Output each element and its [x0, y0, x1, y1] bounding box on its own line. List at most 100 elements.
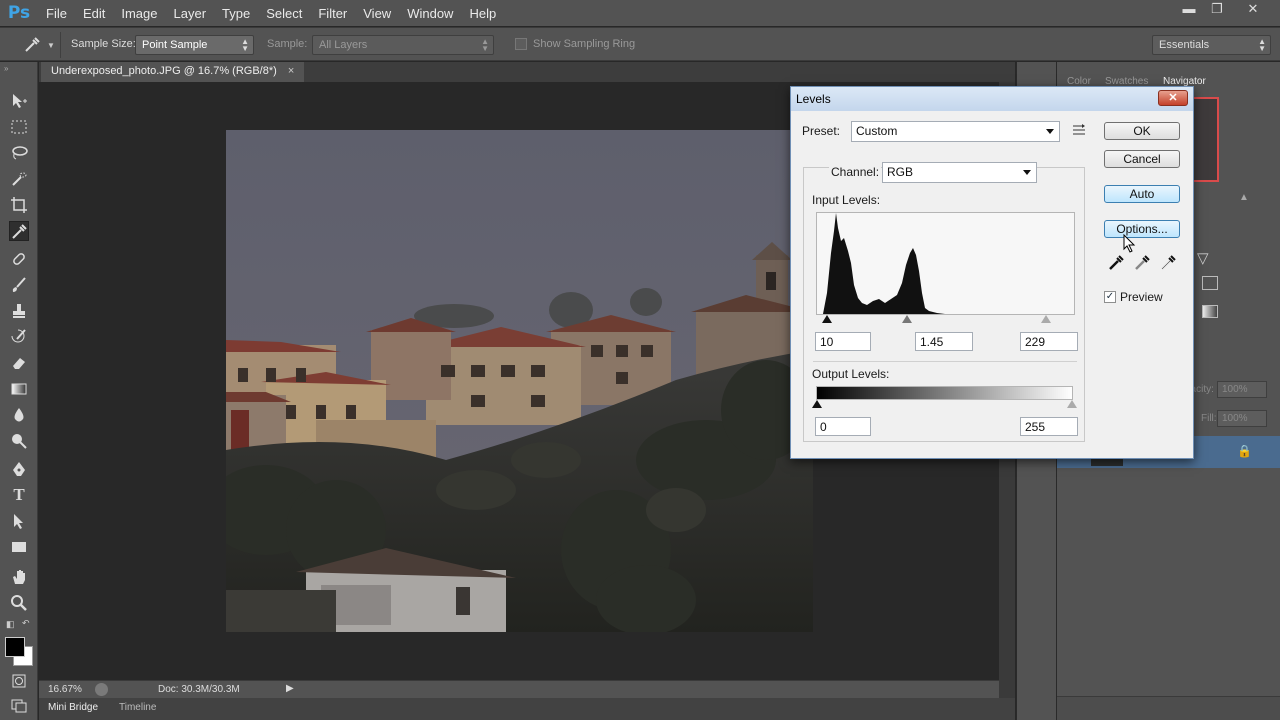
- workspace-select[interactable]: Essentials ▲ ▼: [1152, 35, 1271, 55]
- document-tab[interactable]: Underexposed_photo.JPG @ 16.7% (RGB/8*) …: [41, 62, 305, 82]
- document-photo[interactable]: [226, 130, 813, 632]
- sample-size-value: Point Sample: [142, 39, 208, 51]
- sampling-ring-label: Show Sampling Ring: [533, 38, 636, 50]
- path-selection-tool-icon[interactable]: [9, 511, 29, 531]
- quick-selection-tool-icon[interactable]: [9, 169, 29, 189]
- zoom-level[interactable]: 16.67%: [48, 684, 82, 695]
- close-app-button[interactable]: ✕: [1238, 0, 1268, 18]
- collapse-toolbox-icon[interactable]: »: [4, 64, 8, 73]
- quick-mask-icon[interactable]: [9, 671, 29, 691]
- tab-timeline[interactable]: Timeline: [119, 702, 156, 713]
- restore-button[interactable]: ❐: [1202, 0, 1232, 18]
- eyedropper-tool-preset-icon[interactable]: [22, 35, 42, 55]
- cancel-button[interactable]: Cancel: [1104, 150, 1180, 168]
- white-point-eyedropper-icon[interactable]: [1160, 255, 1176, 274]
- hand-tool-icon[interactable]: [9, 567, 29, 587]
- sample-value: All Layers: [319, 39, 368, 51]
- photoshop-logo: Ps: [7, 3, 31, 23]
- screen-mode-icon[interactable]: [9, 695, 29, 715]
- preset-value: Custom: [856, 124, 898, 138]
- preview-checkbox[interactable]: ✓: [1104, 291, 1116, 303]
- output-white-field[interactable]: 255: [1020, 417, 1078, 436]
- dodge-tool-icon[interactable]: [9, 431, 29, 451]
- input-gamma-field[interactable]: 1.45: [915, 332, 973, 351]
- input-black-slider[interactable]: [822, 315, 832, 323]
- menu-select[interactable]: Select: [258, 6, 310, 21]
- channel-value: RGB: [887, 165, 914, 179]
- preview-label: Preview: [1120, 290, 1163, 304]
- lasso-tool-icon[interactable]: [9, 143, 29, 163]
- menu-view[interactable]: View: [355, 6, 399, 21]
- dialog-close-button[interactable]: ✕: [1158, 90, 1188, 106]
- history-brush-tool-icon[interactable]: [9, 327, 29, 347]
- swap-colors-icon[interactable]: ↶: [22, 618, 30, 629]
- gray-point-eyedropper-icon[interactable]: [1134, 255, 1150, 274]
- input-white-slider[interactable]: [1041, 315, 1051, 323]
- gradient-tool-icon[interactable]: [9, 379, 29, 399]
- pen-tool-icon[interactable]: [9, 459, 29, 479]
- menu-image[interactable]: Image: [113, 6, 165, 21]
- zoom-in-icon[interactable]: ▲: [1239, 192, 1249, 203]
- input-black-field[interactable]: 10: [815, 332, 871, 351]
- triangle-shape-icon[interactable]: ▽: [1197, 249, 1209, 267]
- output-black-slider[interactable]: [812, 400, 822, 408]
- default-colors-icon[interactable]: ◧: [6, 619, 15, 630]
- menu-window[interactable]: Window: [399, 6, 461, 21]
- ok-button[interactable]: OK: [1104, 122, 1180, 140]
- preset-select[interactable]: Custom: [851, 121, 1060, 142]
- dropdown-arrow-icon: [1023, 170, 1031, 175]
- menu-filter[interactable]: Filter: [310, 6, 355, 21]
- dialog-title: Levels: [791, 87, 1193, 111]
- healing-brush-tool-icon[interactable]: [9, 249, 29, 269]
- crop-tool-icon[interactable]: [9, 195, 29, 215]
- brush-tool-icon[interactable]: [9, 275, 29, 295]
- menu-type[interactable]: Type: [214, 6, 258, 21]
- navigator-preview[interactable]: [1191, 97, 1219, 182]
- status-arrow-icon[interactable]: ▶: [286, 683, 294, 694]
- tool-preset-arrow-icon[interactable]: ▼: [47, 41, 55, 50]
- auto-button[interactable]: Auto: [1104, 185, 1180, 203]
- mouse-cursor-icon: [1123, 233, 1137, 257]
- eyedropper-tool-icon[interactable]: [9, 221, 29, 241]
- tab-mini-bridge[interactable]: Mini Bridge: [48, 702, 98, 713]
- status-menu-icon[interactable]: [95, 683, 108, 696]
- toolbox: » T ◧ ↶: [0, 62, 38, 720]
- opacity-field[interactable]: 100%: [1217, 381, 1267, 398]
- updown-arrows-icon: ▲ ▼: [241, 37, 249, 53]
- sample-size-label: Sample Size:: [71, 38, 136, 50]
- options-button[interactable]: Options...: [1104, 220, 1180, 238]
- preset-options-icon[interactable]: [1072, 124, 1086, 136]
- zoom-tool-icon[interactable]: [9, 593, 29, 613]
- divider: [813, 361, 1077, 362]
- eraser-tool-icon[interactable]: [9, 353, 29, 373]
- clone-stamp-tool-icon[interactable]: [9, 301, 29, 321]
- input-white-field[interactable]: 229: [1020, 332, 1078, 351]
- move-tool-icon[interactable]: [9, 91, 29, 111]
- minimize-button[interactable]: ▬: [1174, 0, 1204, 18]
- preset-label: Preset:: [802, 124, 841, 138]
- options-bar: ▼ Sample Size: Point Sample ▲ ▼ Sample: A…: [0, 27, 1280, 61]
- grid-icon[interactable]: [1202, 276, 1218, 290]
- menu-help[interactable]: Help: [461, 6, 504, 21]
- close-document-icon[interactable]: ×: [288, 65, 294, 77]
- black-point-eyedropper-icon[interactable]: [1108, 255, 1124, 274]
- sampling-ring-checkbox[interactable]: [515, 38, 527, 50]
- channel-select[interactable]: RGB: [882, 162, 1037, 183]
- updown-arrows-icon: ▲ ▼: [481, 37, 489, 53]
- dropdown-arrow-icon: [1046, 129, 1054, 134]
- type-tool-icon[interactable]: T: [9, 485, 29, 505]
- fill-field[interactable]: 100%: [1217, 410, 1267, 427]
- menu-layer[interactable]: Layer: [166, 6, 215, 21]
- rectangle-tool-icon[interactable]: [9, 537, 29, 557]
- menu-file[interactable]: File: [38, 6, 75, 21]
- menu-edit[interactable]: Edit: [75, 6, 113, 21]
- input-gamma-slider[interactable]: [902, 315, 912, 323]
- marquee-tool-icon[interactable]: [9, 117, 29, 137]
- gradient-icon[interactable]: [1202, 305, 1218, 318]
- sample-size-select[interactable]: Point Sample ▲ ▼: [135, 35, 254, 55]
- foreground-color-swatch[interactable]: [5, 637, 25, 657]
- output-black-field[interactable]: 0: [815, 417, 871, 436]
- sample-select[interactable]: All Layers ▲ ▼: [312, 35, 494, 55]
- blur-tool-icon[interactable]: [9, 405, 29, 425]
- output-white-slider[interactable]: [1067, 400, 1077, 408]
